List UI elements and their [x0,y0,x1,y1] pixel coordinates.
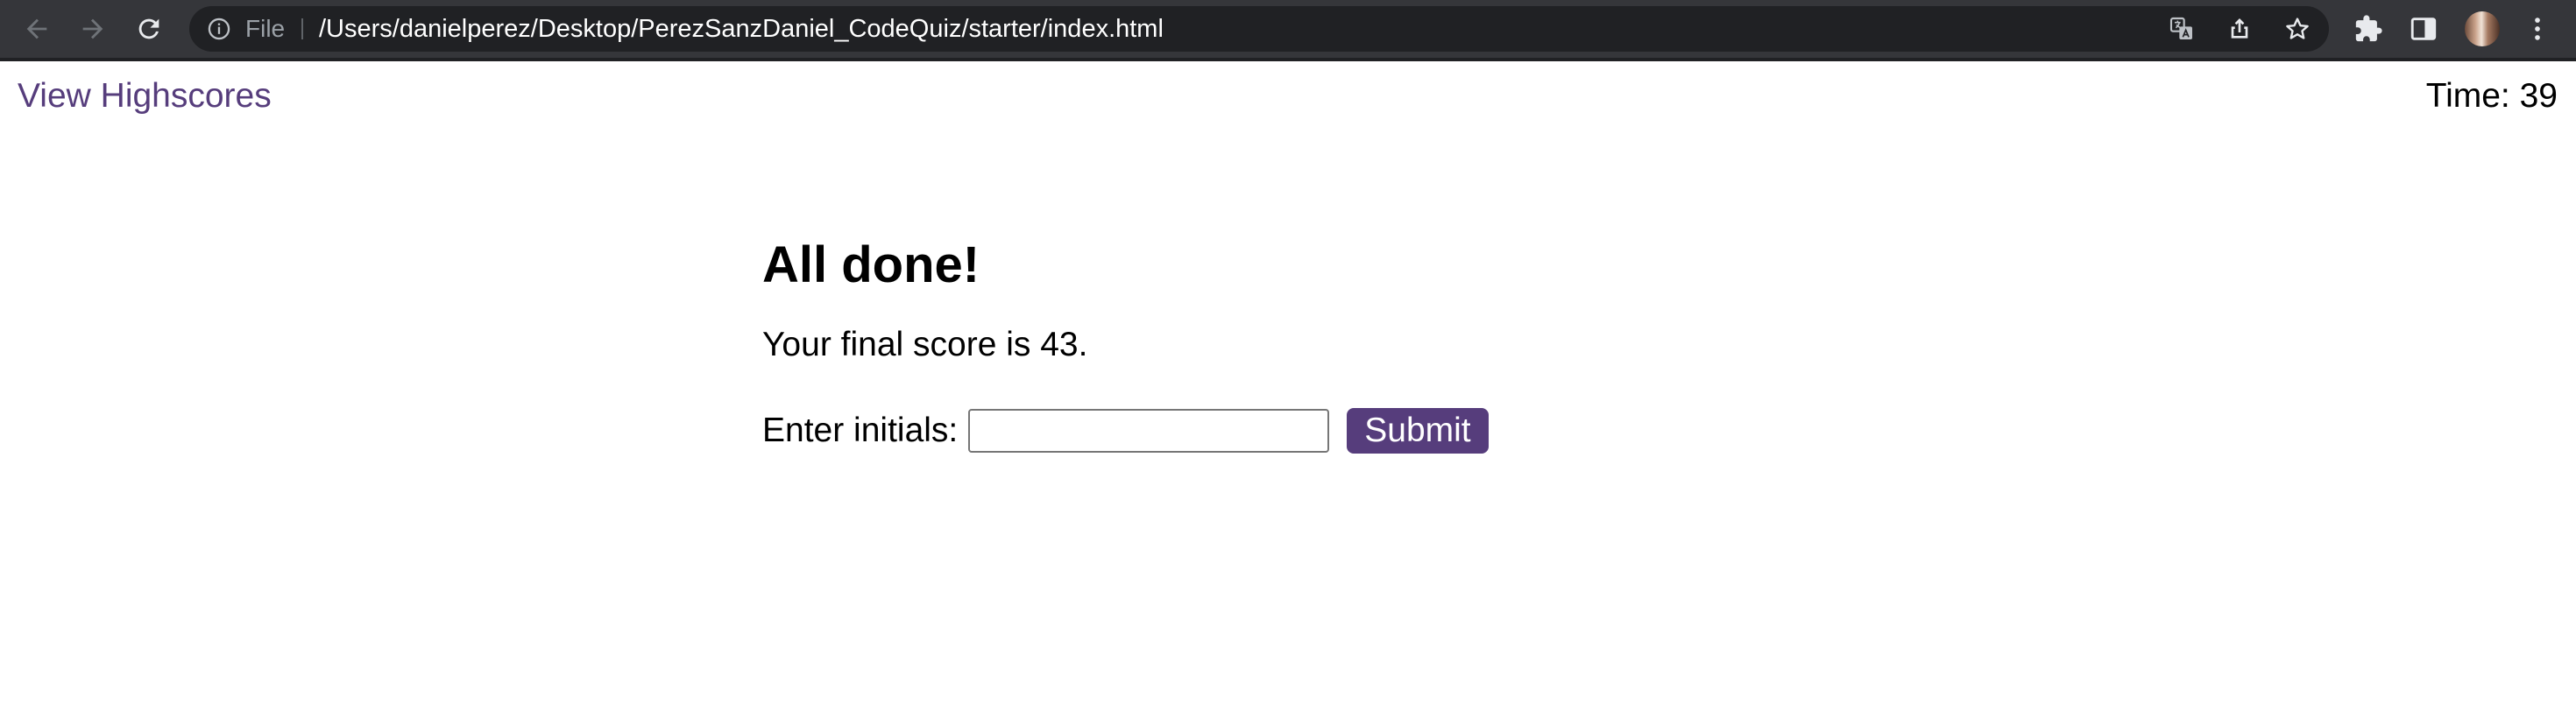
back-button[interactable] [16,8,58,50]
forward-button[interactable] [72,8,114,50]
reload-icon [138,18,159,39]
quiz-header: View Highscores Time: 39 [0,61,2576,133]
reload-button[interactable] [128,8,170,50]
address-divider [301,18,303,39]
initials-label: Enter initials: [762,412,959,449]
info-icon[interactable] [207,17,231,41]
share-button[interactable] [2224,13,2255,45]
arrow-right-icon [82,18,103,39]
bookmark-button[interactable] [2282,13,2313,45]
initials-form: Enter initials: Submit [762,406,1814,455]
browser-toolbar: File /Users/danielperez/Desktop/PerezSan… [0,0,2576,58]
arrow-left-icon [26,18,47,39]
timer-value: 39 [2519,77,2558,115]
kebab-menu-icon [2535,18,2540,40]
end-screen: All done! Your final score is 43. Enter … [762,235,1814,455]
profile-avatar[interactable] [2465,11,2500,46]
extensions-button[interactable] [2348,9,2388,49]
timer: Time: 39 [2426,77,2558,116]
view-highscores-link[interactable]: View Highscores [18,77,272,116]
translate-icon [2169,17,2192,39]
timer-label: Time: [2425,77,2510,115]
star-icon [2286,18,2309,39]
puzzle-icon [2355,15,2382,42]
final-score-text: Your final score is 43. [762,326,1088,363]
scheme-label: File [245,15,286,42]
translate-button[interactable] [2166,13,2197,45]
address-bar[interactable]: File /Users/danielperez/Desktop/PerezSan… [189,6,2329,52]
submit-button[interactable]: Submit [1347,408,1489,454]
initials-input[interactable] [968,409,1330,453]
url-text[interactable]: /Users/danielperez/Desktop/PerezSanzDani… [319,6,1164,52]
side-panel-button[interactable] [2403,9,2444,49]
side-panel-icon [2410,18,2437,40]
end-screen-title: All done! [762,236,980,293]
browser-menu-button[interactable] [2517,9,2558,49]
share-icon [2231,18,2248,39]
